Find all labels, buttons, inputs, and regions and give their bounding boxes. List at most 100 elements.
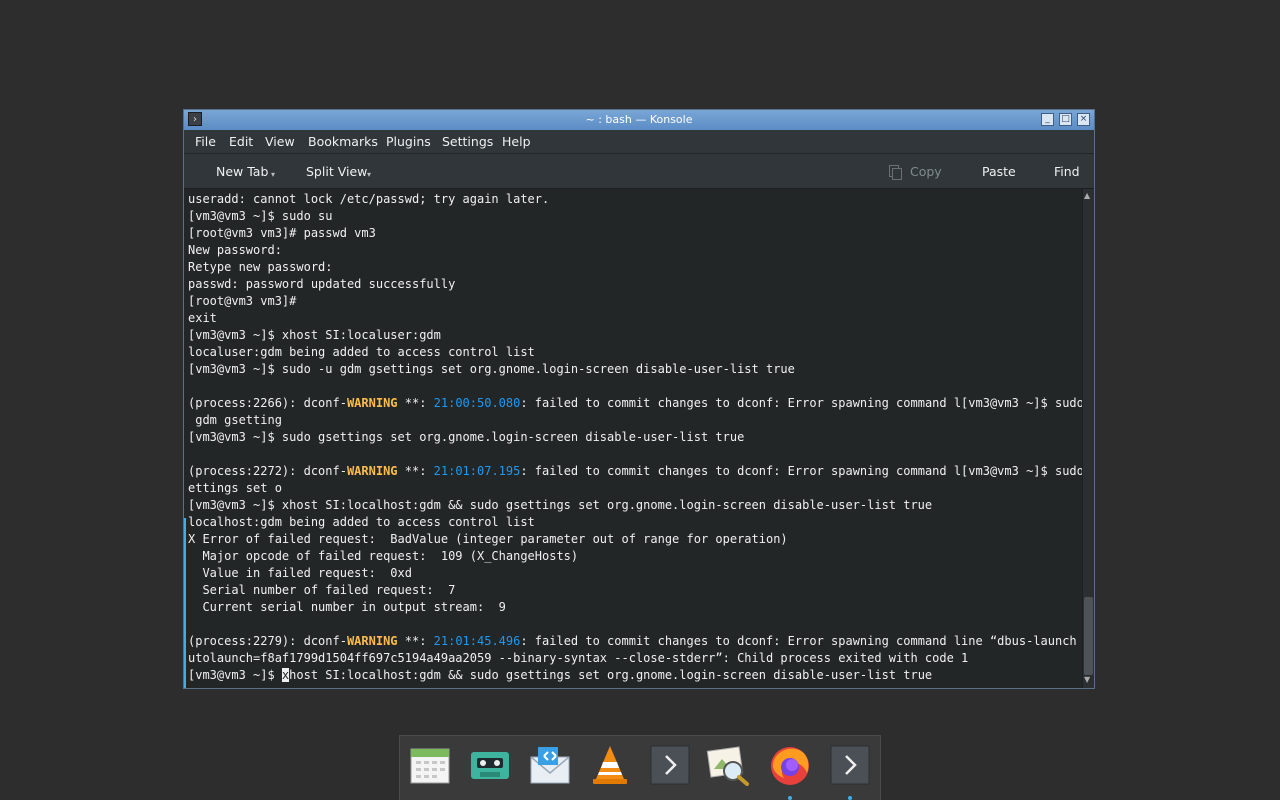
konsole-running-indicator	[848, 796, 852, 800]
split-view-dropdown-icon[interactable]: ▾	[367, 170, 371, 179]
terminal-text: [vm3@vm3 ~]$	[188, 668, 282, 682]
terminal-line: [root@vm3 vm3]# passwd vm3	[188, 225, 1078, 242]
terminal-text: [vm3@vm3 ~]$ xhost SI:localuser:gdm	[188, 328, 441, 342]
terminal-text: : failed to commit changes to dconf: Err…	[520, 396, 1082, 410]
split-view-button[interactable]: Split View	[306, 164, 367, 179]
terminal-text: Serial number of failed request: 7	[188, 583, 456, 597]
terminal-output: useradd: cannot lock /etc/passwd; try ag…	[188, 191, 1082, 684]
terminal-line: Major opcode of failed request: 109 (X_C…	[188, 548, 1078, 565]
maximize-button[interactable]: □	[1059, 113, 1072, 126]
scroll-position-marker	[184, 518, 186, 688]
firefox-running-indicator	[788, 796, 792, 800]
cassette-player-icon[interactable]	[468, 743, 512, 787]
terminal-text: WARNING	[346, 464, 398, 478]
terminal-line: Current serial number in output stream: …	[188, 599, 1078, 616]
terminal-text: Current serial number in output stream: …	[188, 600, 506, 614]
terminal-text: : failed to commit changes to dconf: Err…	[520, 634, 1082, 648]
terminal-text: Value in failed request: 0xd	[188, 566, 412, 580]
new-tab-button[interactable]: New Tab	[216, 164, 268, 179]
firefox-icon[interactable]	[768, 743, 812, 787]
terminal-line: [root@vm3 vm3]#	[188, 293, 1078, 310]
scrollbar-thumb[interactable]	[1084, 597, 1093, 675]
konsole-icon[interactable]	[828, 743, 872, 787]
title-bar[interactable]: › ~ : bash — Konsole _ □ ×	[184, 110, 1094, 130]
terminal-line: useradd: cannot lock /etc/passwd; try ag…	[188, 191, 1078, 208]
toolbar: New Tab ▾ Split View ▾ Copy Paste Find	[184, 153, 1094, 189]
find-button[interactable]: Find	[1054, 164, 1080, 179]
terminal-view[interactable]: useradd: cannot lock /etc/passwd; try ag…	[184, 189, 1082, 688]
terminal-line: localhost:gdm being added to access cont…	[188, 514, 1078, 531]
minimize-button[interactable]: _	[1041, 113, 1054, 126]
terminal-text: [vm3@vm3 ~]$ sudo -u gdm gsettings set o…	[188, 362, 795, 376]
terminal-line: (process:2279): dconf-WARNING **: 21:01:…	[188, 633, 1078, 650]
terminal-text: 21:00:50.080	[433, 396, 521, 410]
close-button[interactable]: ×	[1077, 113, 1090, 126]
terminal-text: exit	[188, 311, 217, 325]
terminal-prompt-icon[interactable]	[648, 743, 692, 787]
terminal-text: [root@vm3 vm3]# passwd vm3	[188, 226, 376, 240]
menu-bar: File Edit View Bookmarks Plugins Setting…	[184, 130, 1094, 153]
scroll-up-arrow-icon[interactable]: ▲	[1084, 191, 1090, 200]
terminal-text: [vm3@vm3 ~]$ sudo gsettings set org.gnom…	[188, 430, 745, 444]
terminal-line: New password:	[188, 242, 1078, 259]
terminal-line: ettings set o	[188, 480, 1078, 497]
terminal-text: WARNING	[346, 634, 398, 648]
copy-button[interactable]: Copy	[910, 164, 942, 179]
terminal-text: **:	[397, 634, 434, 648]
terminal-line: [vm3@vm3 ~]$ sudo su	[188, 208, 1078, 225]
terminal-line: utolaunch=f8af1799d1504ff697c5194a49aa20…	[188, 650, 1078, 667]
menu-settings[interactable]: Settings	[442, 134, 493, 149]
terminal-scrollbar[interactable]: ▲ ▼	[1082, 189, 1094, 688]
terminal-text: WARNING	[346, 396, 398, 410]
terminal-text: [vm3@vm3 ~]$ xhost SI:localhost:gdm && s…	[188, 498, 933, 512]
menu-bookmarks[interactable]: Bookmarks	[308, 134, 378, 149]
new-tab-dropdown-icon[interactable]: ▾	[271, 170, 275, 179]
terminal-text: [root@vm3 vm3]#	[188, 294, 297, 308]
terminal-text: [vm3@vm3 ~]$ sudo su	[188, 209, 333, 223]
image-viewer-icon[interactable]	[706, 743, 750, 787]
terminal-line: [vm3@vm3 ~]$ xhost SI:localhost:gdm && s…	[188, 667, 1078, 684]
terminal-line: gdm gsetting	[188, 412, 1078, 429]
terminal-line: passwd: password updated successfully	[188, 276, 1078, 293]
terminal-text: (process:2266): dconf-	[188, 396, 347, 410]
terminal-line: localuser:gdm being added to access cont…	[188, 344, 1078, 361]
terminal-text: gdm gsetting	[188, 413, 282, 427]
terminal-text: localhost:gdm being added to access cont…	[188, 515, 535, 529]
terminal-text: (process:2279): dconf-	[188, 634, 347, 648]
konsole-window: › ~ : bash — Konsole _ □ × File Edit Vie…	[183, 109, 1095, 689]
paste-button[interactable]: Paste	[982, 164, 1016, 179]
terminal-line: Retype new password:	[188, 259, 1078, 276]
terminal-line: [vm3@vm3 ~]$ xhost SI:localhost:gdm && s…	[188, 497, 1078, 514]
terminal-line: (process:2266): dconf-WARNING **: 21:00:…	[188, 395, 1082, 412]
terminal-text: useradd: cannot lock /etc/passwd; try ag…	[188, 192, 550, 206]
terminal-text: Major opcode of failed request: 109 (X_C…	[188, 549, 579, 563]
terminal-line: Serial number of failed request: 7	[188, 582, 1078, 599]
calendar-icon[interactable]	[408, 743, 452, 787]
menu-plugins[interactable]: Plugins	[386, 134, 431, 149]
terminal-text: **:	[397, 396, 434, 410]
terminal-text: : failed to commit changes to dconf: Err…	[520, 464, 1082, 478]
vlc-cone-icon[interactable]	[588, 743, 632, 787]
terminal-text: localuser:gdm being added to access cont…	[188, 345, 535, 359]
dock	[399, 735, 881, 800]
terminal-line: [vm3@vm3 ~]$ sudo -u gdm gsettings set o…	[188, 361, 1078, 378]
terminal-line: [vm3@vm3 ~]$ xhost SI:localuser:gdm	[188, 327, 1078, 344]
scroll-down-arrow-icon[interactable]: ▼	[1084, 675, 1090, 684]
mail-client-icon[interactable]	[528, 743, 572, 787]
menu-help[interactable]: Help	[502, 134, 531, 149]
window-title: ~ : bash — Konsole	[585, 113, 693, 126]
terminal-text: host SI:localhost:gdm && sudo gsettings …	[289, 668, 933, 682]
terminal-line: Value in failed request: 0xd	[188, 565, 1078, 582]
terminal-text: 21:01:45.496	[433, 634, 521, 648]
terminal-text: ettings set o	[188, 481, 282, 495]
terminal-line: (process:2272): dconf-WARNING **: 21:01:…	[188, 463, 1082, 480]
menu-file[interactable]: File	[195, 134, 216, 149]
menu-view[interactable]: View	[265, 134, 295, 149]
terminal-text: 21:01:07.195	[433, 464, 521, 478]
terminal-line: X Error of failed request: BadValue (int…	[188, 531, 1078, 548]
terminal-line: exit	[188, 310, 1078, 327]
menu-edit[interactable]: Edit	[229, 134, 253, 149]
copy-icon	[889, 165, 902, 180]
